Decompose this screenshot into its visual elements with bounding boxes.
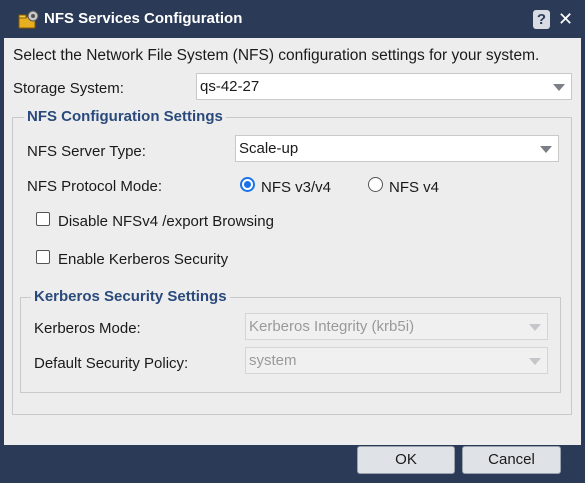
disable-export-browsing-checkbox[interactable] <box>36 212 50 226</box>
chevron-down-icon <box>529 324 541 331</box>
nfs-server-type-label: NFS Server Type: <box>27 143 146 160</box>
enable-kerberos-label[interactable]: Enable Kerberos Security <box>58 251 228 268</box>
kerberos-mode-select: Kerberos Integrity (krb5i) <box>245 313 548 340</box>
default-security-policy-select: system <box>245 347 548 374</box>
nfs-services-icon <box>18 10 40 30</box>
nfs-protocol-mode-label: NFS Protocol Mode: <box>27 178 163 195</box>
close-icon[interactable]: ✕ <box>556 10 575 29</box>
dialog-footer: OK Cancel <box>0 445 585 483</box>
storage-system-value: qs-42-27 <box>200 78 260 95</box>
chevron-down-icon <box>529 358 541 365</box>
chevron-down-icon[interactable] <box>540 146 552 153</box>
kerberos-mode-value: Kerberos Integrity (krb5i) <box>249 318 415 335</box>
nfs-v3v4-radio-label[interactable]: NFS v3/v4 <box>261 179 331 196</box>
storage-system-label: Storage System: <box>13 80 124 97</box>
kerberos-security-group <box>20 297 561 393</box>
default-security-policy-label: Default Security Policy: <box>34 355 189 372</box>
kerberos-mode-label: Kerberos Mode: <box>34 320 141 337</box>
title-bar[interactable]: NFS Services Configuration ? ✕ <box>0 0 585 38</box>
nfs-v4-radio-label[interactable]: NFS v4 <box>389 179 439 196</box>
intro-text: Select the Network File System (NFS) con… <box>13 47 540 64</box>
storage-system-select[interactable]: qs-42-27 <box>196 73 572 100</box>
nfs-server-type-value: Scale-up <box>239 140 299 157</box>
nfs-server-type-select[interactable]: Scale-up <box>235 135 559 162</box>
disable-export-browsing-label[interactable]: Disable NFSv4 /export Browsing <box>58 213 274 230</box>
enable-kerberos-checkbox[interactable] <box>36 250 50 264</box>
cancel-button[interactable]: Cancel <box>462 446 561 474</box>
ok-button[interactable]: OK <box>357 446 455 474</box>
nfs-configuration-legend: NFS Configuration Settings <box>24 108 226 125</box>
nfs-v4-radio[interactable] <box>368 177 383 192</box>
help-icon[interactable]: ? <box>533 10 550 29</box>
nfs-v3v4-radio[interactable] <box>240 177 255 192</box>
default-security-policy-value: system <box>249 352 297 369</box>
kerberos-security-legend: Kerberos Security Settings <box>31 288 230 305</box>
dialog-title: NFS Services Configuration <box>44 10 243 27</box>
dialog-body: Select the Network File System (NFS) con… <box>4 38 581 445</box>
nfs-services-dialog: NFS Services Configuration ? ✕ Select th… <box>0 0 585 483</box>
chevron-down-icon[interactable] <box>553 84 565 91</box>
